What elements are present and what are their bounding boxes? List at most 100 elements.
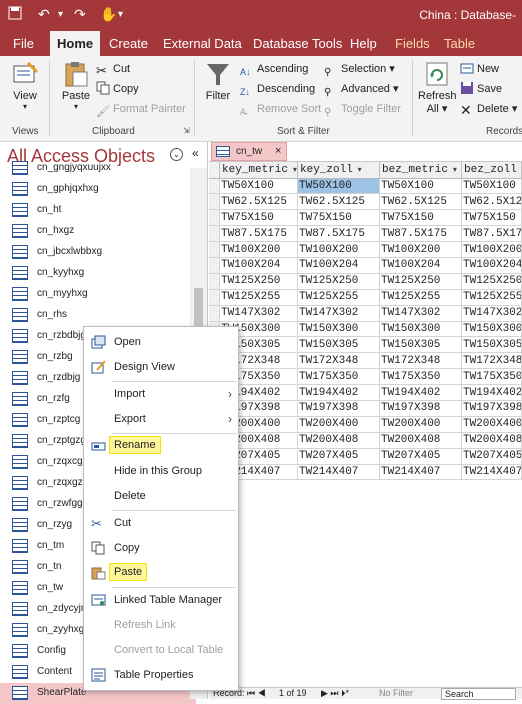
column-header[interactable]: key_zoll ▾: [297, 162, 380, 179]
table-cell[interactable]: TW125X255: [379, 289, 462, 306]
table-cell[interactable]: TW100X204: [461, 257, 522, 274]
record-position-input[interactable]: 1 of 19: [279, 688, 307, 698]
row-selector[interactable]: [209, 289, 220, 306]
menu-item-import[interactable]: Import ›: [84, 382, 238, 407]
table-cell[interactable]: TW197X398: [297, 400, 380, 417]
menu-item-table-properties[interactable]: Table Properties: [84, 663, 238, 688]
table-cell[interactable]: TW125X255: [297, 289, 380, 306]
table-cell[interactable]: TW207X405: [379, 448, 462, 465]
menu-item-linked-table-manager[interactable]: Linked Table Manager: [84, 588, 238, 613]
row-selector[interactable]: [209, 193, 220, 211]
table-cell[interactable]: TW150X305: [297, 336, 380, 354]
table-cell[interactable]: TW175X350: [297, 368, 380, 386]
menu-item-design-view[interactable]: Design View: [84, 355, 238, 380]
table-cell[interactable]: TW87.5X175: [297, 225, 380, 243]
row-selector[interactable]: [209, 178, 220, 195]
table-row[interactable]: TW62.5X125TW62.5X125TW62.5X125TW62.5X125: [209, 193, 522, 211]
table-cell[interactable]: TW125X255: [219, 289, 298, 306]
table-cell[interactable]: TW150X300: [297, 321, 380, 338]
table-cell[interactable]: TW50X100: [379, 178, 462, 195]
row-selector[interactable]: [209, 241, 220, 258]
table-cell[interactable]: TW200X400: [297, 416, 380, 433]
table-cell[interactable]: TW172X348: [461, 352, 522, 370]
table-cell[interactable]: TW100X204: [379, 257, 462, 274]
table-cell[interactable]: TW172X348: [297, 352, 380, 370]
menu-item-open[interactable]: Open: [84, 330, 238, 355]
sort-ascending-button[interactable]: A↓ Ascending: [240, 60, 308, 79]
nav-item-table[interactable]: cn_gngjyqxuujxx: [0, 158, 196, 179]
table-cell[interactable]: TW50X100: [219, 178, 298, 195]
view-button[interactable]: View ▾: [6, 60, 44, 111]
table-cell[interactable]: TW214X407: [379, 464, 462, 481]
table-cell[interactable]: TW87.5X175: [219, 225, 298, 243]
table-row[interactable]: TW147X302 TW147X302 TW147X302 TW147X302: [209, 305, 522, 322]
nav-item-table[interactable]: cn_gphjqxhxg: [0, 179, 196, 200]
table-row[interactable]: TW200X400 TW200X400 TW200X400 TW200X400: [209, 416, 522, 433]
table-cell[interactable]: TW87.5X175: [461, 225, 522, 243]
table-cell[interactable]: TW62.5X125: [461, 193, 522, 211]
close-icon[interactable]: ×: [275, 145, 281, 157]
table-cell[interactable]: TW150X305: [379, 336, 462, 354]
table-row[interactable]: TW207X405 TW207X405 TW207X405 TW207X405: [209, 448, 522, 465]
table-cell[interactable]: TW172X348: [379, 352, 462, 370]
nav-item-table[interactable]: cn_myyhxg: [0, 284, 196, 305]
table-row[interactable]: TW100X204 TW100X204 TW100X204 TW100X204: [209, 257, 522, 274]
table-cell[interactable]: TW150X300: [461, 321, 522, 338]
chevron-down-icon[interactable]: ▾: [288, 166, 297, 175]
menu-item-export[interactable]: Export ›: [84, 407, 238, 432]
row-selector[interactable]: [209, 305, 220, 322]
table-row[interactable]: TW214X407 TW214X407 TW214X407 TW214X407: [209, 464, 522, 481]
table-cell[interactable]: TW214X407: [461, 464, 522, 481]
table-cell[interactable]: TW125X250: [461, 273, 522, 290]
table-row[interactable]: TW100X200 TW100X200 TW100X200 TW100X200: [209, 241, 522, 258]
table-cell[interactable]: TW194X402: [461, 384, 522, 401]
tab-file[interactable]: File: [6, 31, 41, 56]
nav-item-table[interactable]: cn_rhs: [0, 305, 196, 326]
menu-item-copy[interactable]: Copy: [84, 536, 238, 561]
toggle-filter-button[interactable]: ⚲ Toggle Filter: [324, 100, 401, 119]
table-cell[interactable]: TW150X305: [461, 336, 522, 354]
table-cell[interactable]: TW200X408: [297, 432, 380, 449]
table-cell[interactable]: TW87.5X175: [379, 225, 462, 243]
save-icon[interactable]: [8, 6, 22, 23]
tab-help[interactable]: Help: [343, 31, 384, 56]
table-cell[interactable]: TW62.5X125: [219, 193, 298, 211]
cut-button[interactable]: ✂ Cut: [96, 60, 130, 79]
undo-icon[interactable]: ↶: [38, 6, 50, 23]
table-cell[interactable]: TW75X150: [379, 209, 462, 227]
tab-database-tools[interactable]: Database Tools: [246, 31, 349, 56]
undo-dropdown-icon[interactable]: ▾: [58, 9, 63, 20]
table-cell[interactable]: TW125X255: [461, 289, 522, 306]
table-cell[interactable]: TW207X405: [297, 448, 380, 465]
record-nav-next-buttons[interactable]: ▶ ⏭ ⏵*: [321, 688, 349, 699]
advanced-button[interactable]: ⚲ Advanced ▾: [324, 80, 399, 99]
chevron-down-icon[interactable]: ▾: [353, 166, 362, 175]
delete-record-button[interactable]: ✕ Delete ▾: [460, 100, 517, 119]
sort-descending-button[interactable]: Z↓ Descending: [240, 80, 315, 99]
nav-item-table[interactable]: cn_jbcxlwbbxg: [0, 242, 196, 263]
table-row[interactable]: TW172X348 TW172X348 TW172X348 TW172X348: [209, 352, 522, 370]
table-cell[interactable]: TW100X204: [297, 257, 380, 274]
table-cell[interactable]: TW100X200: [219, 241, 298, 258]
table-cell[interactable]: TW125X250: [379, 273, 462, 290]
table-cell[interactable]: TW200X408: [461, 432, 522, 449]
touch-mode-icon[interactable]: ✋: [100, 6, 117, 23]
table-row[interactable]: TW125X255 TW125X255 TW125X255 TW125X255: [209, 289, 522, 306]
filter-button[interactable]: Filter: [202, 60, 234, 102]
tab-table[interactable]: Table: [437, 31, 482, 56]
menu-item-delete[interactable]: Delete: [84, 484, 238, 509]
table-cell[interactable]: TW100X200: [461, 241, 522, 258]
table-cell[interactable]: TW200X400: [461, 416, 522, 433]
document-tab-cn-tw[interactable]: cn_tw ×: [211, 142, 287, 161]
select-all-corner[interactable]: [209, 162, 220, 179]
column-header[interactable]: bez_zoll ▾: [461, 162, 522, 179]
row-selector[interactable]: [209, 257, 220, 274]
table-row[interactable]: TW87.5X175TW87.5X175TW87.5X175TW87.5X175: [209, 225, 522, 243]
format-painter-button[interactable]: 🖌 Format Painter: [96, 100, 186, 119]
table-cell[interactable]: TW62.5X125: [379, 193, 462, 211]
table-cell[interactable]: TW197X398: [379, 400, 462, 417]
table-cell[interactable]: TW100X200: [297, 241, 380, 258]
table-row[interactable]: TW125X250 TW125X250 TW125X250 TW125X250: [209, 273, 522, 290]
table-row[interactable]: TW50X100 TW50X100 TW50X100 TW50X100: [209, 178, 522, 195]
table-row[interactable]: TW75X150 TW75X150 TW75X150 TW75X150: [209, 209, 522, 227]
